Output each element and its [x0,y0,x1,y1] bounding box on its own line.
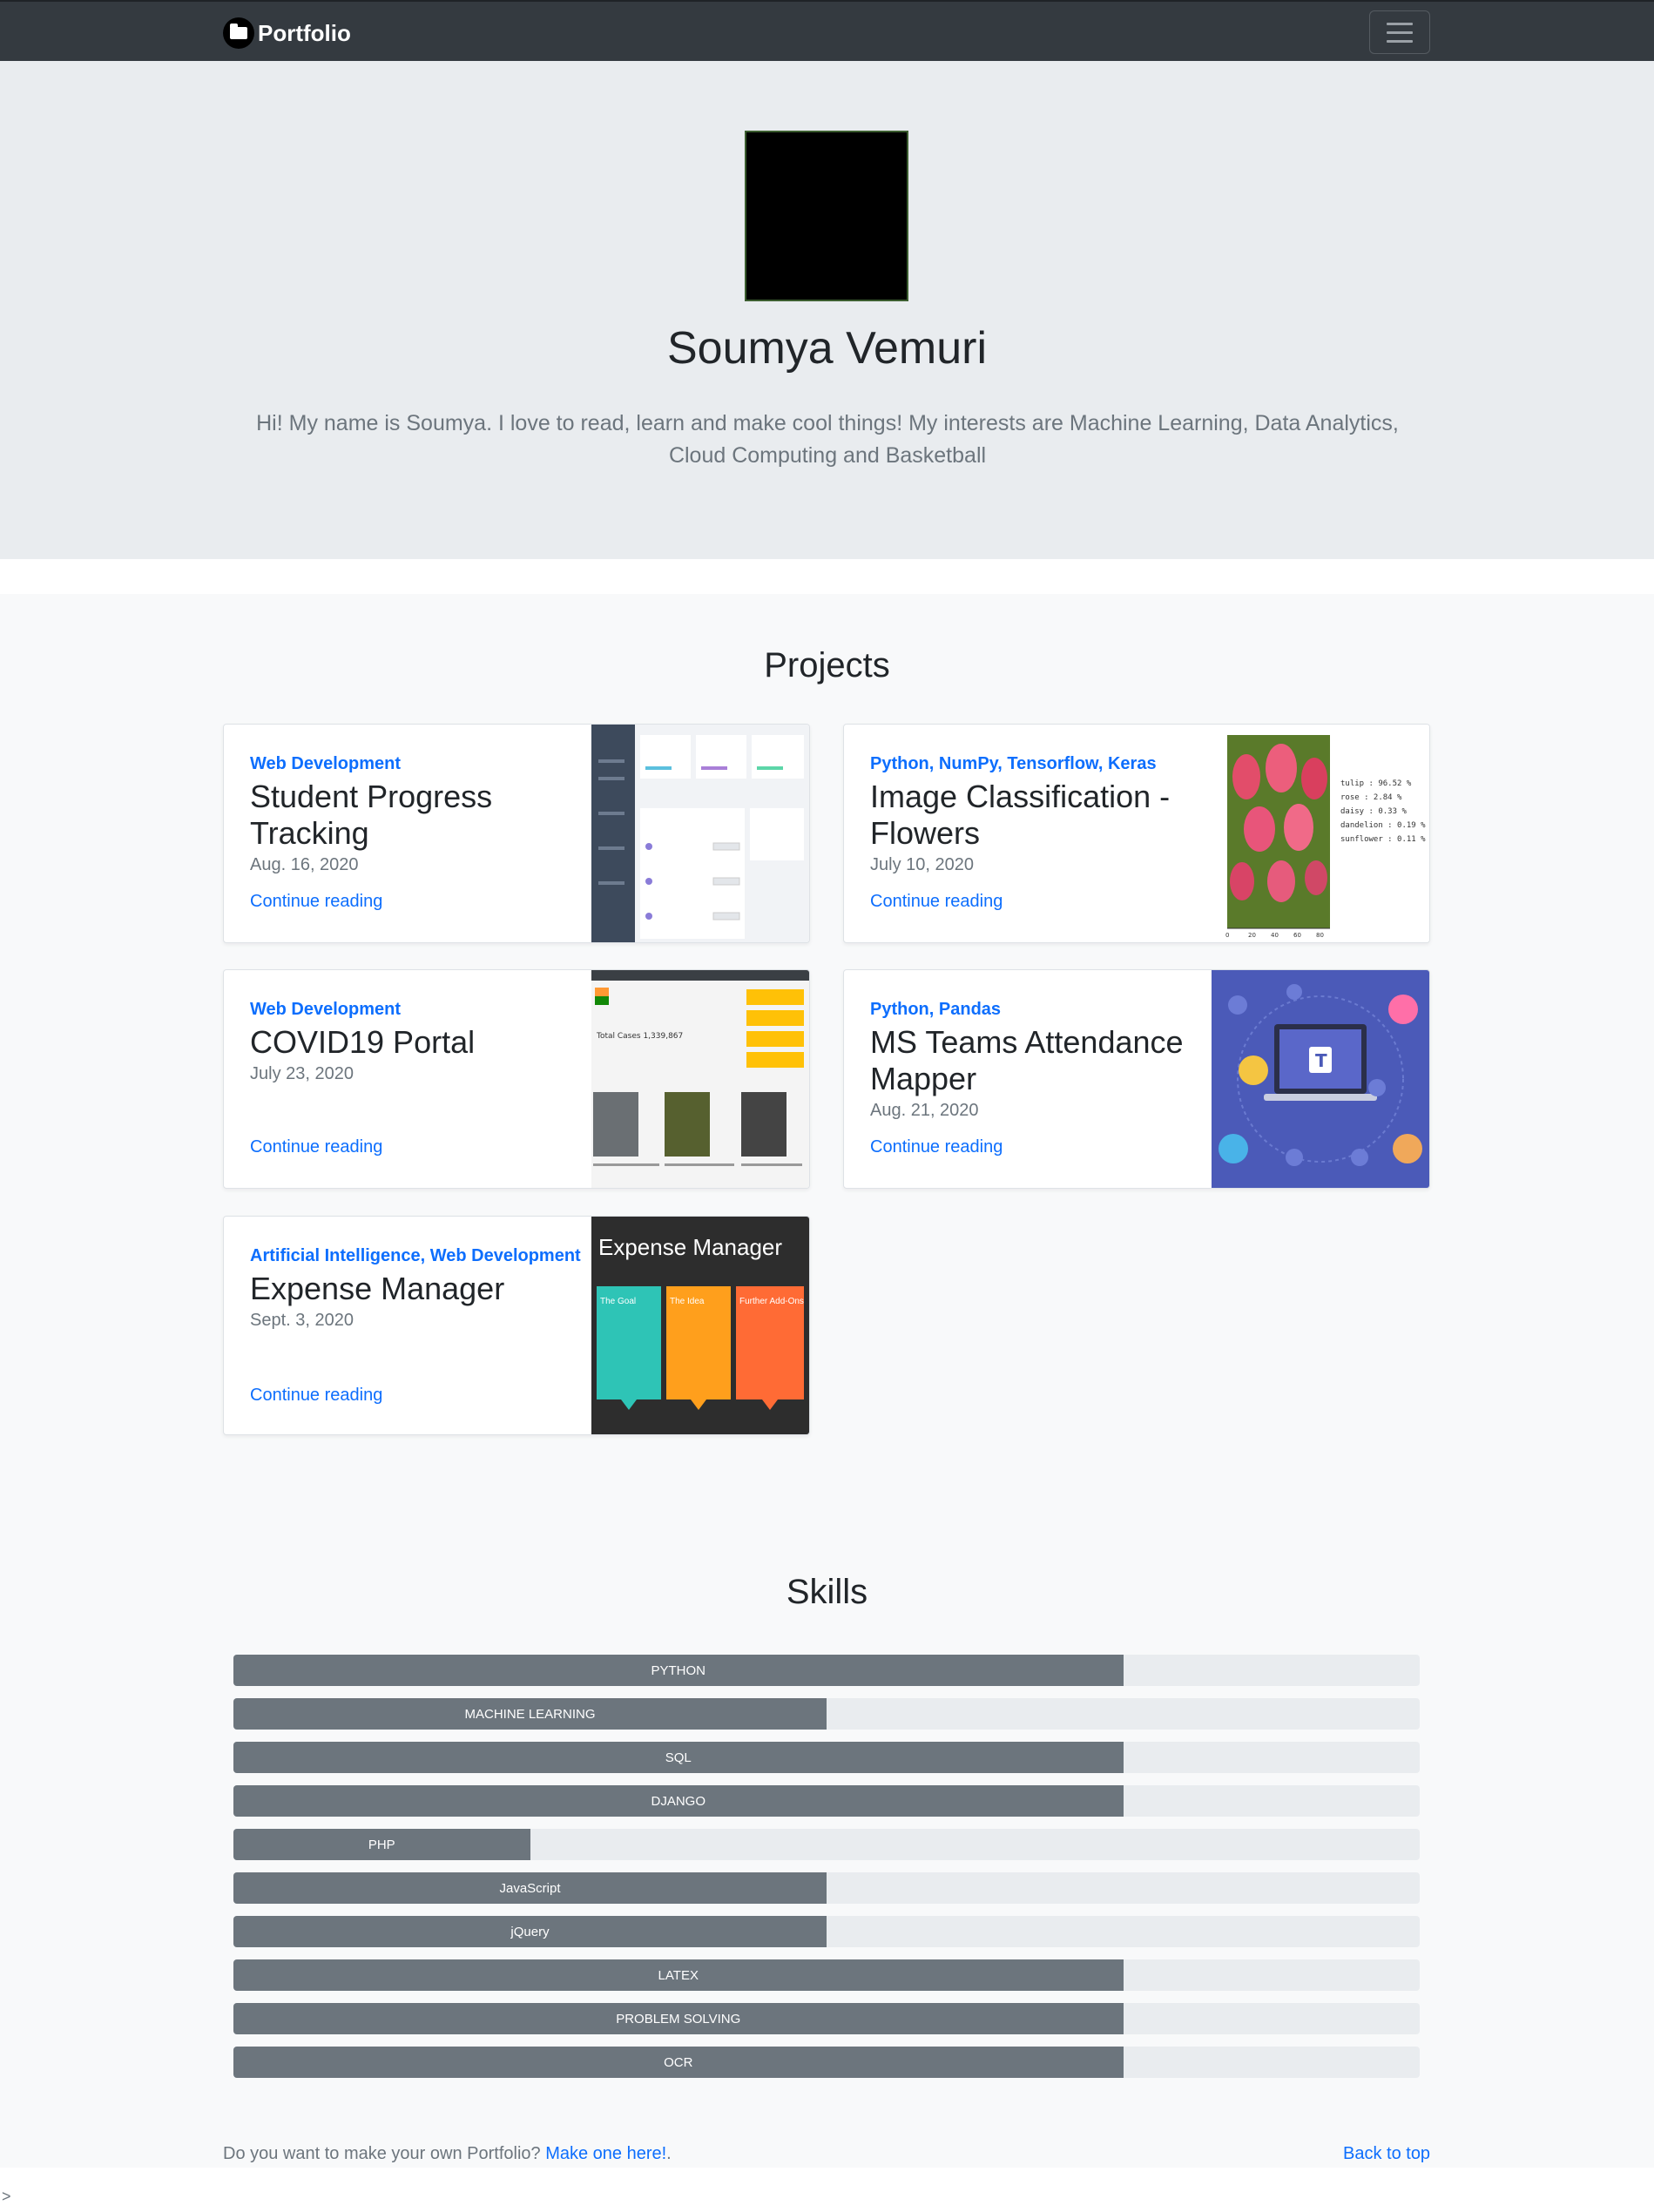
projects-title: Projects [764,646,890,685]
profile-photo [745,131,908,301]
expense-box-label: Further Add-Ons [739,1297,804,1306]
skill-bar-fill: PROBLEM SOLVING [233,2003,1124,2034]
project-title: Expense Manager [250,1271,505,1306]
project-thumbnail [591,725,809,942]
project-category: Web Development [250,1000,401,1019]
skill-bar-fill: PHP [233,1829,530,1860]
skill-bar-fill: PYTHON [233,1655,1124,1686]
project-thumbnail: tulip : 96.52 % rose : 2.84 % daisy : 0.… [1212,725,1429,942]
continue-reading-link[interactable]: Continue reading [250,892,382,912]
project-title: COVID19 Portal [250,1024,476,1060]
brand-label: Portfolio [258,19,351,46]
skill-bar: MACHINE LEARNING [233,1698,1420,1730]
project-title: MS Teams Attendance Mapper [870,1024,1184,1096]
project-card: Web Development COVID19 Portal July 23, … [223,969,810,1189]
project-date: Sept. 3, 2020 [250,1311,354,1330]
skill-bar-fill: MACHINE LEARNING [233,1698,827,1730]
project-date: July 23, 2020 [250,1064,354,1083]
skill-bar: LATEX [233,1959,1420,1991]
continue-reading-link[interactable]: Continue reading [870,892,1003,912]
skill-bar-fill: jQuery [233,1916,827,1947]
project-thumbnail: Expense Manager The Goal The Idea Furthe… [591,1217,809,1434]
skill-bar-fill: OCR [233,2047,1124,2078]
stray-character: > [2,2188,11,2205]
skill-bar: OCR [233,2047,1420,2078]
skill-bar-fill: LATEX [233,1959,1124,1991]
hero-name: Soumya Vemuri [666,323,988,374]
project-thumbnail: Total Cases 1,339,867 [591,970,809,1188]
project-category: Python, Pandas [870,1000,1002,1019]
hero: Soumya Vemuri Hi! My name is Soumya. I l… [0,61,1654,559]
project-card: Artificial Intelligence, Web Development… [223,1216,810,1435]
expense-box-label: The Goal [600,1297,636,1306]
footer-text: Do you want to make your own Portfolio? … [223,2144,672,2164]
project-category: Artificial Intelligence, Web Development [250,1246,581,1265]
project-title: Image Classification - Flowers [870,779,1171,851]
svg-text:T: T [1315,1050,1327,1071]
continue-reading-link[interactable]: Continue reading [250,1137,382,1157]
prediction-text: tulip : 96.52 % [1340,779,1412,788]
axis-tick: 60 [1293,932,1301,939]
footer-question: Do you want to make your own Portfolio? [223,2144,546,2163]
expense-box-label: The Idea [670,1297,705,1306]
make-portfolio-link[interactable]: Make one here! [545,2144,666,2163]
project-card: Python, Pandas MS Teams Attendance Mappe… [843,969,1430,1189]
skill-bar: JavaScript [233,1872,1420,1904]
footer: Do you want to make your own Portfolio? … [0,2144,1654,2170]
skill-bar: SQL [233,1742,1420,1773]
project-title: Student Progress Tracking [250,779,493,851]
axis-tick: 0 [1225,932,1229,939]
project-date: July 10, 2020 [870,855,974,874]
back-to-top-link[interactable]: Back to top [1343,2144,1430,2164]
project-card: Web Development Student Progress Trackin… [223,724,810,943]
skill-bar: jQuery [233,1916,1420,1947]
skill-bar-fill: SQL [233,1742,1124,1773]
prediction-text: daisy : 0.33 % [1340,807,1407,816]
skill-bar-fill: JavaScript [233,1872,827,1904]
brand-link[interactable]: Portfolio [223,17,351,49]
footer-period: . [666,2144,672,2163]
navbar: Portfolio [0,0,1654,61]
project-date: Aug. 16, 2020 [250,855,359,874]
skill-bar: PHP [233,1829,1420,1860]
covid-total-cases: Total Cases 1,339,867 [596,1032,683,1041]
project-date: Aug. 21, 2020 [870,1101,979,1120]
hero-bio: Hi! My name is Soumya. I love to read, l… [256,411,1399,468]
menu-toggle-button[interactable] [1369,10,1430,54]
continue-reading-link[interactable]: Continue reading [250,1386,382,1406]
folder-icon [223,17,254,49]
skill-bar-fill: DJANGO [233,1785,1124,1817]
project-thumbnail: T [1212,970,1429,1188]
skill-bar: PROBLEM SOLVING [233,2003,1420,2034]
prediction-text: rose : 2.84 % [1340,793,1402,802]
prediction-text: dandelion : 0.19 % [1340,821,1426,830]
axis-tick: 20 [1248,932,1256,939]
project-category: Web Development [250,754,401,773]
project-card: Python, NumPy, Tensorflow, Keras Image C… [843,724,1430,943]
expense-thumb-title: Expense Manager [598,1234,782,1260]
axis-tick: 80 [1316,932,1324,939]
continue-reading-link[interactable]: Continue reading [870,1137,1003,1157]
skills-title: Skills [786,1573,868,1611]
skill-bar: PYTHON [233,1655,1420,1686]
project-category: Python, NumPy, Tensorflow, Keras [870,754,1157,773]
hamburger-icon [1387,22,1413,25]
prediction-text: sunflower : 0.11 % [1340,835,1426,844]
axis-tick: 40 [1271,932,1279,939]
skill-bar: DJANGO [233,1785,1420,1817]
